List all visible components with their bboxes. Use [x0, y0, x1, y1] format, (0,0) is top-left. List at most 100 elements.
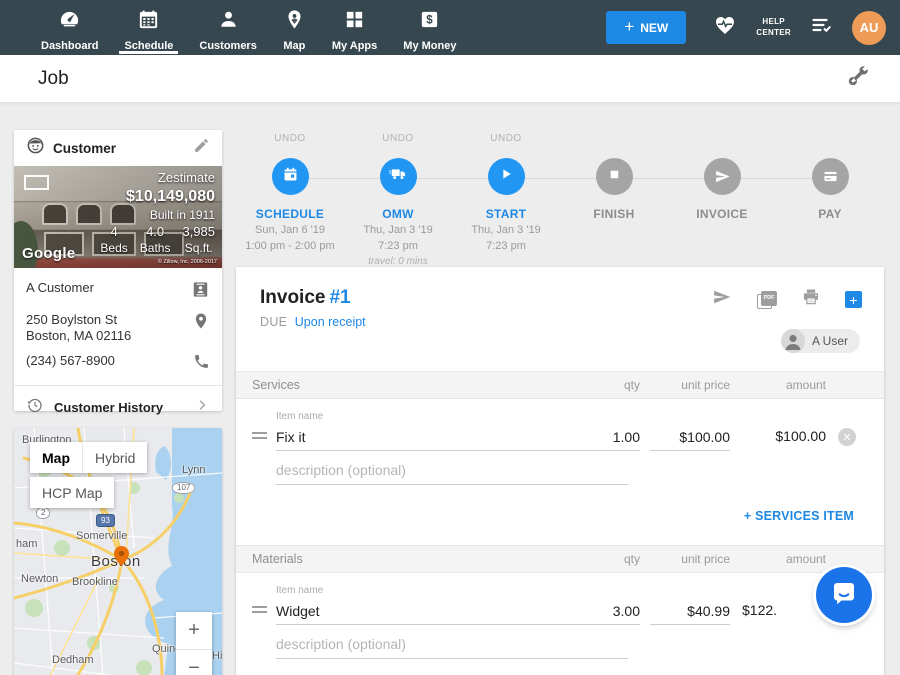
map-label-brookline: Brookline	[72, 576, 118, 588]
unit-price-column-header: unit price	[650, 552, 730, 566]
person-icon	[217, 8, 240, 36]
top-nav: Dashboard Schedule Customers Map My Apps…	[0, 0, 900, 55]
nav-item-customers[interactable]: Customers	[186, 0, 269, 55]
timeline-step-pay: PAY	[776, 133, 884, 269]
undo-link[interactable]: UNDO	[274, 133, 305, 149]
amount-column-header: amount	[740, 378, 826, 392]
customer-history-label: Customer History	[54, 400, 163, 415]
timeline-step-schedule: UNDO SCHEDULE Sun, Jan 6 '19 1:00 pm - 2…	[236, 133, 344, 269]
map-type-hybrid-button[interactable]: Hybrid	[82, 442, 147, 473]
map-label-dedham: Dedham	[52, 654, 94, 666]
zoom-in-button[interactable]: +	[176, 612, 212, 649]
customer-face-icon	[26, 136, 45, 160]
zestimate-overlay: Zestimate $10,149,080 Built in 1911 4Bed…	[100, 170, 215, 257]
calendar-icon	[281, 165, 300, 189]
stop-icon	[608, 168, 621, 186]
user-avatar[interactable]: AU	[852, 11, 886, 45]
map-type-map-button[interactable]: Map	[30, 442, 82, 473]
chevron-right-icon	[194, 397, 210, 418]
service-item-name-input[interactable]	[276, 426, 574, 451]
section-name: Materials	[252, 552, 574, 566]
undo-link[interactable]: UNDO	[382, 133, 413, 149]
heart-pulse-icon[interactable]	[712, 13, 738, 42]
nav-item-schedule[interactable]: Schedule	[111, 0, 186, 55]
due-terms-link[interactable]: Upon receipt	[295, 315, 366, 329]
help-center-line2: CENTER	[756, 28, 791, 39]
dashboard-icon	[58, 8, 81, 36]
undo-link[interactable]: UNDO	[490, 133, 521, 149]
material-unit-price-input[interactable]	[650, 600, 730, 625]
page-title: Job	[38, 68, 69, 90]
app-window: Dashboard Schedule Customers Map My Apps…	[0, 0, 900, 675]
location-pin-icon[interactable]	[192, 312, 210, 335]
contact-card-icon[interactable]	[191, 280, 210, 304]
map-widget[interactable]: Burlington Lynn Somerville Boston ham Ne…	[14, 428, 222, 675]
map-zoom-controls: + −	[176, 612, 212, 675]
beds-value: 4	[100, 224, 127, 241]
nav-label: Map	[283, 40, 305, 52]
add-services-item-link[interactable]: + SERVICES ITEM	[744, 509, 854, 523]
start-step-button[interactable]	[488, 158, 525, 195]
credit-card-icon[interactable]	[812, 158, 849, 195]
assignee-name: A User	[812, 334, 848, 348]
nav-item-my-money[interactable]: $ My Money	[390, 0, 469, 55]
task-list-icon[interactable]	[809, 13, 834, 42]
step-label: FINISH	[593, 207, 634, 221]
print-icon[interactable]	[801, 287, 821, 312]
phone-icon[interactable]	[193, 353, 210, 375]
beds-label: Beds	[100, 241, 127, 257]
material-item-name-input[interactable]	[276, 600, 574, 625]
material-line-item: Item name $122.	[236, 573, 884, 625]
customer-history-button[interactable]: Customer History	[14, 386, 222, 429]
route-2-shield: 2	[36, 507, 50, 519]
nav-item-dashboard[interactable]: Dashboard	[28, 0, 111, 55]
material-qty-input[interactable]	[574, 600, 640, 625]
address-line2: Boston, MA 02116	[26, 328, 131, 344]
customer-card: Customer Zestimate $10,149,080 Built in …	[14, 130, 222, 411]
service-unit-price-input[interactable]	[650, 426, 730, 451]
send-icon[interactable]	[704, 158, 741, 195]
assignee-chip[interactable]: A User	[781, 329, 860, 353]
service-description-input[interactable]	[276, 459, 628, 485]
edit-pencil-icon[interactable]	[193, 137, 210, 159]
nav-item-my-apps[interactable]: My Apps	[319, 0, 390, 55]
nav-item-map[interactable]: Map	[270, 0, 319, 55]
invoice-number[interactable]: #1	[329, 287, 350, 308]
baths-value: 4.0	[140, 224, 171, 241]
material-amount: $122.	[740, 602, 826, 625]
zoom-out-button[interactable]: −	[176, 649, 212, 675]
invoice-title-text: Invoice	[260, 287, 325, 308]
customer-phone[interactable]: (234) 567-8900	[26, 353, 115, 369]
pdf-icon[interactable]: PDF	[757, 291, 777, 309]
page-header: Job	[0, 55, 900, 103]
play-icon	[498, 166, 514, 187]
map-label-somerville: Somerville	[76, 530, 127, 542]
drag-handle-icon[interactable]	[252, 603, 276, 625]
job-location-pin[interactable]	[114, 546, 129, 571]
add-invoice-icon[interactable]: +	[845, 291, 862, 308]
finish-step-button[interactable]	[596, 158, 633, 195]
step-label: SCHEDULE	[256, 207, 324, 221]
step-label: INVOICE	[696, 207, 747, 221]
nav-label: Schedule	[124, 40, 173, 52]
drag-handle-icon[interactable]	[252, 429, 276, 451]
send-invoice-icon[interactable]	[711, 287, 733, 312]
timeline-step-start: UNDO START Thu, Jan 3 '19 7:23 pm	[452, 133, 560, 269]
new-button[interactable]: + NEW	[606, 11, 686, 44]
omw-step-button[interactable]	[380, 158, 417, 195]
material-description-input[interactable]	[276, 633, 628, 659]
service-qty-input[interactable]	[574, 426, 640, 451]
chat-bubble-button[interactable]	[816, 567, 872, 623]
zestimate-label: Zestimate	[100, 170, 215, 187]
customer-name[interactable]: A Customer	[26, 280, 94, 296]
remove-item-icon[interactable]: ✕	[838, 428, 856, 446]
map-type-buttons: Map Hybrid	[30, 442, 147, 473]
hcp-map-button[interactable]: HCP Map	[30, 477, 114, 508]
timeline-step-finish: FINISH	[560, 133, 668, 269]
nav-label: Customers	[199, 40, 256, 52]
job-tools-icon[interactable]	[846, 64, 870, 93]
street-view-icon[interactable]	[24, 175, 49, 190]
help-center-button[interactable]: HELP CENTER	[756, 17, 791, 39]
customer-address[interactable]: 250 Boylston St Boston, MA 02116	[26, 312, 131, 345]
schedule-step-button[interactable]	[272, 158, 309, 195]
